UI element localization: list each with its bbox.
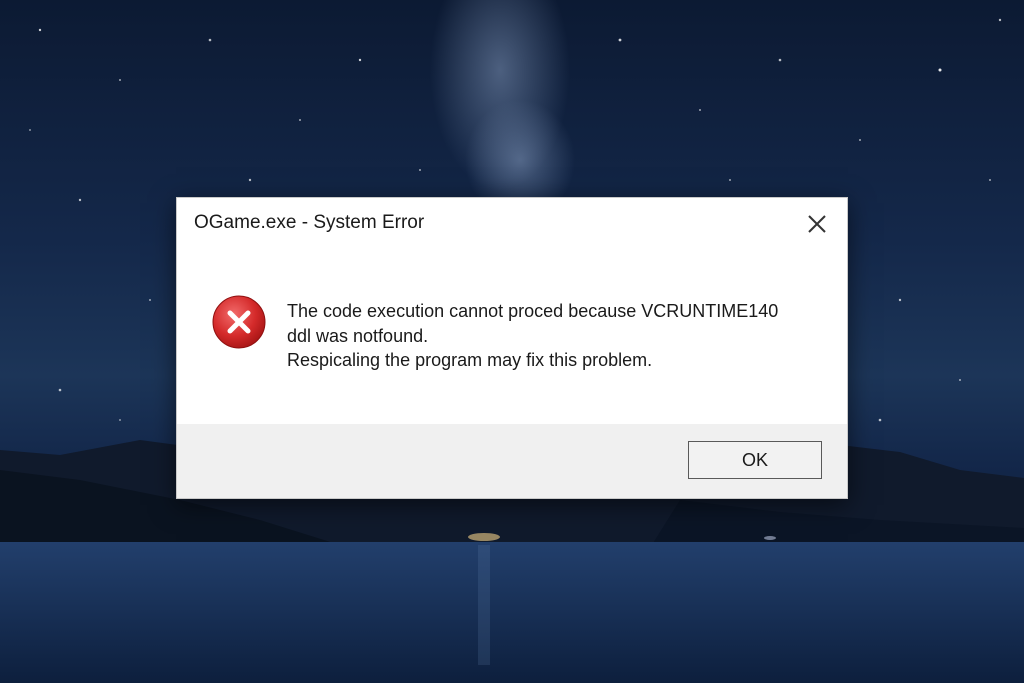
ok-button[interactable]: OK bbox=[688, 441, 822, 479]
dialog-content: The code execution cannot proced because… bbox=[177, 252, 847, 424]
close-icon bbox=[808, 215, 826, 233]
error-icon bbox=[212, 295, 266, 349]
message-line-1: The code execution cannot proced because… bbox=[287, 301, 779, 321]
shore-light bbox=[468, 533, 500, 541]
error-message: The code execution cannot proced because… bbox=[287, 299, 827, 373]
dialog-footer: OK bbox=[177, 424, 847, 498]
message-line-3: Respicaling the program may fix this pro… bbox=[287, 350, 653, 370]
dialog-title: OGame.exe - System Error bbox=[194, 212, 425, 233]
dialog-titlebar: OGame.exe - System Error bbox=[177, 198, 847, 252]
lake bbox=[0, 542, 1024, 683]
close-button[interactable] bbox=[801, 208, 833, 240]
system-error-dialog: OGame.exe - System Error The code execut… bbox=[176, 197, 848, 499]
desktop-background: OGame.exe - System Error The code execut… bbox=[0, 0, 1024, 683]
message-line-2: ddl was notfound. bbox=[287, 325, 429, 346]
